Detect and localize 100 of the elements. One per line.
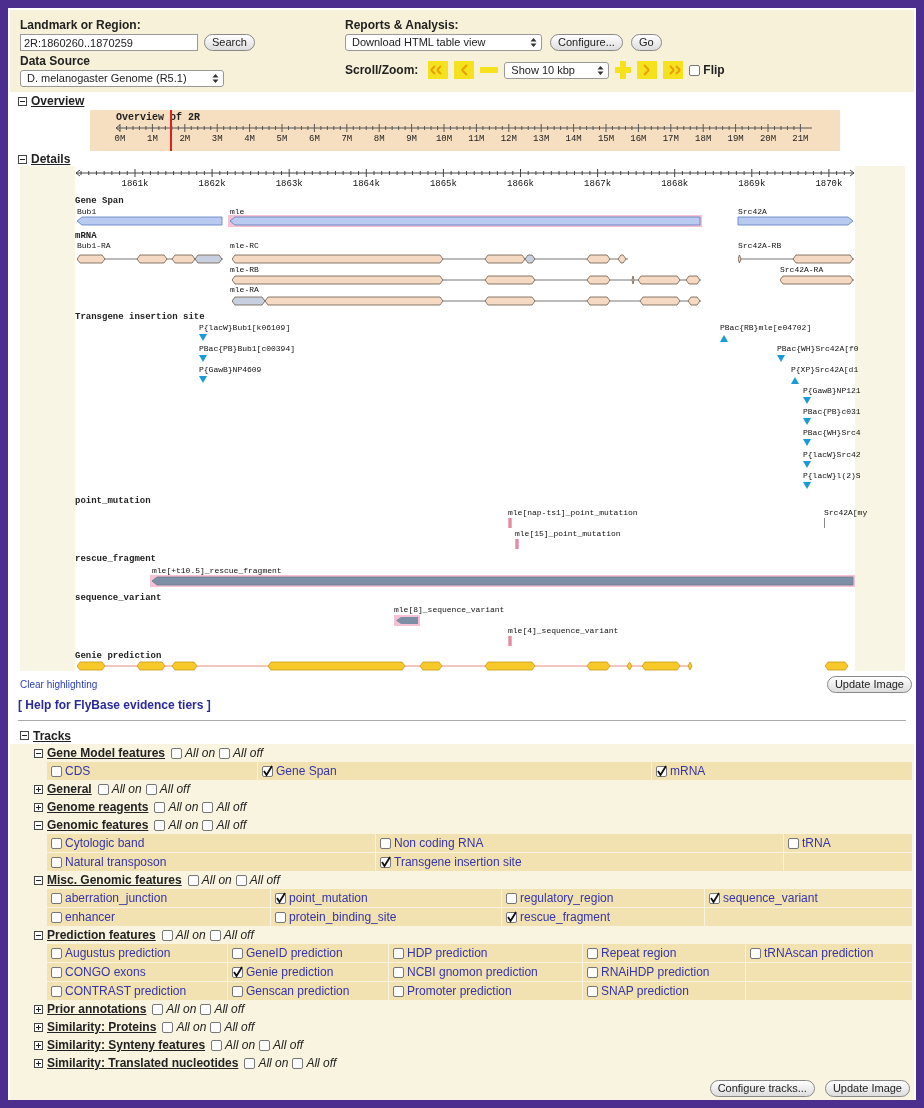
checkbox[interactable]	[656, 765, 667, 777]
dropdown[interactable]: Show 10 kbp	[504, 61, 610, 79]
checkbox[interactable]	[211, 1039, 223, 1051]
checkbox[interactable]	[275, 892, 286, 904]
checkbox[interactable]	[51, 892, 62, 904]
triangle-marker[interactable]	[199, 334, 207, 341]
checkbox[interactable]	[262, 765, 273, 777]
rescue-fragment-bar[interactable]	[150, 575, 855, 587]
triangle-marker[interactable]	[803, 439, 811, 446]
checkbox[interactable]	[51, 947, 62, 959]
transcript-drawing[interactable]	[232, 253, 628, 265]
checkbox[interactable]	[187, 874, 199, 886]
checkbox[interactable]	[689, 64, 701, 76]
checkbox[interactable]	[587, 947, 598, 959]
track-option-label[interactable]: Cytologic band	[65, 834, 145, 852]
group-link[interactable]: Genome reagents	[47, 798, 149, 816]
checkbox[interactable]	[154, 819, 166, 831]
clear-highlighting-link[interactable]: Clear highlighting	[20, 677, 98, 692]
checkbox[interactable]	[202, 819, 214, 831]
expand-icon[interactable]	[34, 784, 43, 794]
dropdown[interactable]: Download HTML table view	[345, 34, 542, 51]
checkbox[interactable]	[235, 874, 247, 886]
checkbox[interactable]	[292, 1057, 304, 1069]
triangle-marker[interactable]	[803, 397, 811, 404]
checkbox[interactable]	[587, 985, 598, 997]
track-option-label[interactable]: SNAP prediction	[601, 982, 689, 1000]
checkbox[interactable]	[210, 1021, 222, 1033]
checkbox[interactable]	[709, 892, 720, 904]
track-option-label[interactable]: CONGO exons	[65, 963, 146, 981]
checkbox[interactable]	[506, 911, 517, 923]
group-link[interactable]: Genomic features	[47, 816, 149, 834]
expand-icon[interactable]	[34, 1040, 43, 1050]
group-link[interactable]: Similarity: Proteins	[47, 1018, 157, 1036]
track-option-label[interactable]: Genie prediction	[246, 963, 334, 981]
triangle-marker[interactable]	[803, 461, 811, 468]
track-option-label[interactable]: rescue_fragment	[520, 908, 611, 926]
track-option-label[interactable]: enhancer	[65, 908, 116, 926]
track-option-label[interactable]: NCBI gnomon prediction	[407, 963, 538, 981]
track-option-label[interactable]: Genscan prediction	[246, 982, 350, 1000]
expand-icon[interactable]	[34, 1058, 43, 1068]
group-link[interactable]: Misc. Genomic features	[47, 871, 182, 889]
triangle-marker[interactable]	[720, 335, 728, 342]
checkbox[interactable]	[51, 765, 62, 777]
collapse-icon[interactable]	[34, 875, 43, 885]
track-option-label[interactable]: aberration_junction	[65, 889, 168, 907]
section-link[interactable]: Overview	[31, 94, 85, 108]
checkbox[interactable]	[232, 985, 243, 997]
track-option-label[interactable]: tRNA	[802, 834, 831, 852]
track-option-label[interactable]: Gene Span	[276, 762, 337, 780]
collapse-icon[interactable]	[20, 731, 29, 740]
checkbox[interactable]	[200, 1003, 212, 1015]
checkbox[interactable]	[202, 801, 214, 813]
help-link[interactable]: [ Help for FlyBase evidence tiers ]	[18, 696, 211, 714]
checkbox[interactable]	[506, 892, 517, 904]
checkbox[interactable]	[171, 747, 183, 759]
checkbox[interactable]	[259, 1039, 271, 1051]
track-option-label[interactable]: sequence_variant	[723, 889, 818, 907]
group-link[interactable]: Similarity: Translated nucleotides	[47, 1054, 239, 1072]
group-link[interactable]: Prediction features	[47, 926, 156, 944]
checkbox[interactable]	[380, 837, 391, 849]
button[interactable]: Configure...	[550, 34, 623, 51]
checkbox[interactable]	[244, 1057, 256, 1069]
track-option-label[interactable]: Natural transposon	[65, 853, 167, 871]
track-option-label[interactable]: GeneID prediction	[246, 944, 343, 962]
track-option-label[interactable]: tRNAscan prediction	[764, 944, 874, 962]
checkbox[interactable]	[275, 911, 286, 923]
expand-icon[interactable]	[34, 1004, 43, 1014]
collapse-icon[interactable]	[34, 820, 43, 830]
transcript-drawing[interactable]	[232, 295, 701, 307]
expand-icon[interactable]	[34, 1022, 43, 1032]
expand-icon[interactable]	[34, 802, 43, 812]
group-link[interactable]: General	[47, 780, 92, 798]
triangle-marker[interactable]	[803, 418, 811, 425]
track-option-label[interactable]: protein_binding_site	[289, 908, 397, 926]
button[interactable]: Update Image	[824, 1080, 910, 1097]
track-option-label[interactable]: HDP prediction	[407, 944, 488, 962]
checkbox[interactable]	[51, 911, 62, 923]
checkbox[interactable]	[152, 1003, 164, 1015]
checkbox[interactable]	[51, 856, 62, 868]
gene-span-bar[interactable]	[75, 215, 224, 227]
collapse-icon[interactable]	[18, 154, 27, 164]
triangle-marker[interactable]	[199, 376, 207, 383]
checkbox[interactable]	[232, 947, 243, 959]
collapse-icon[interactable]	[18, 96, 27, 106]
track-option-label[interactable]: Promoter prediction	[407, 982, 512, 1000]
checkbox[interactable]	[219, 747, 231, 759]
transcript-drawing[interactable]	[232, 274, 701, 286]
position-marker[interactable]	[170, 110, 172, 151]
checkbox[interactable]	[145, 783, 157, 795]
track-option-label[interactable]: Non coding RNA	[394, 834, 484, 852]
section-link[interactable]: Details	[31, 152, 71, 166]
group-link[interactable]: Similarity: Synteny features	[47, 1036, 206, 1054]
triangle-marker[interactable]	[777, 355, 785, 362]
triangle-marker[interactable]	[791, 377, 799, 384]
track-option-label[interactable]: point_mutation	[289, 889, 368, 907]
track-option-label[interactable]: mRNA	[670, 762, 706, 780]
track-option-label[interactable]: CONTRAST prediction	[65, 982, 187, 1000]
group-link[interactable]: Gene Model features	[47, 744, 166, 762]
gene-span-bar[interactable]	[736, 215, 855, 227]
button[interactable]: Update Image	[826, 676, 912, 693]
